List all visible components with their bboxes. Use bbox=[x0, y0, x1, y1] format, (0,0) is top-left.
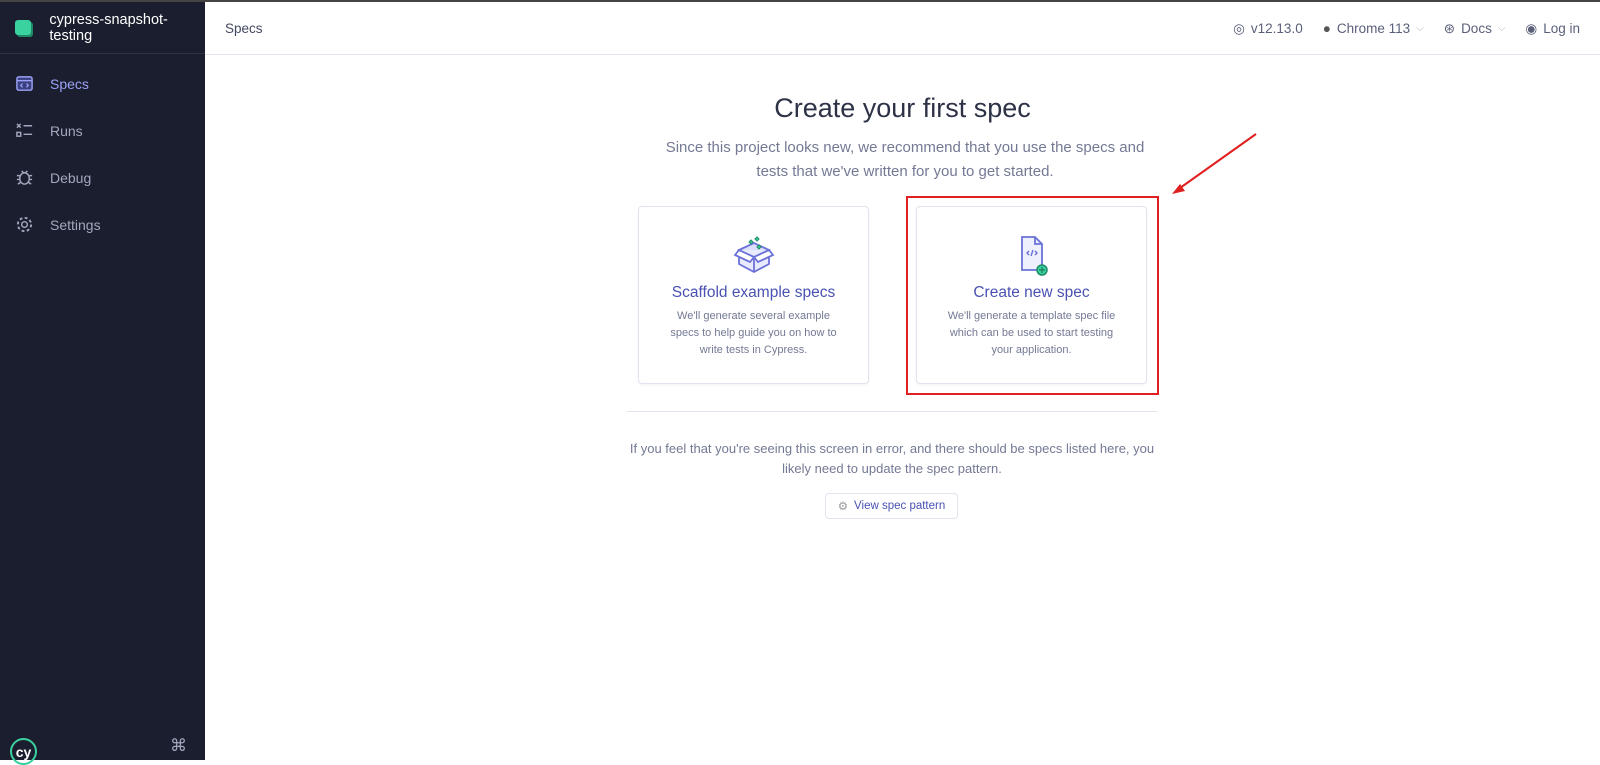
sidebar-item-specs[interactable]: Specs bbox=[0, 60, 205, 107]
chevron-down-icon: ⌵ bbox=[1416, 23, 1424, 34]
page-subtitle: Since this project looks new, we recomme… bbox=[665, 139, 1145, 180]
runs-icon bbox=[16, 123, 33, 137]
chrome-icon: ● bbox=[1322, 21, 1331, 36]
user-icon: ◉ bbox=[1525, 20, 1538, 36]
sidebar-item-runs[interactable]: Runs bbox=[0, 107, 205, 154]
view-spec-pattern-button[interactable]: ⚙ View spec pattern bbox=[825, 493, 958, 519]
cypress-version-icon: ◎ bbox=[1233, 20, 1245, 36]
sidebar-item-debug[interactable]: Debug bbox=[0, 154, 205, 201]
browser-selector[interactable]: ● Chrome 113 ⌵ bbox=[1323, 21, 1424, 36]
specs-icon bbox=[16, 76, 33, 91]
version-link[interactable]: ◎ v12.13.0 bbox=[1233, 21, 1303, 37]
project-header: cypress-snapshot-testing bbox=[0, 2, 205, 54]
sidebar: cypress-snapshot-testing Specs Runs Debu… bbox=[0, 2, 205, 765]
main-content: Create your first spec Since this projec… bbox=[205, 55, 1600, 760]
card-title: Scaffold example specs bbox=[671, 284, 836, 301]
project-icon bbox=[15, 20, 32, 35]
breadcrumb: Specs bbox=[225, 20, 263, 36]
gear-icon bbox=[16, 216, 33, 233]
keyboard-shortcuts-icon[interactable]: ⌘ bbox=[170, 736, 187, 756]
project-name: cypress-snapshot-testing bbox=[49, 11, 168, 44]
box-icon bbox=[733, 236, 774, 274]
scaffold-specs-card[interactable]: Scaffold example specs We'll generate se… bbox=[638, 206, 869, 384]
login-button[interactable]: ◉ Log in bbox=[1525, 21, 1580, 37]
highlight-annotation-box bbox=[906, 196, 1159, 395]
docs-menu[interactable]: ⊛ Docs ⌵ bbox=[1444, 21, 1506, 37]
top-header: Specs ◎ v12.13.0 ● Chrome 113 ⌵ ⊛ Docs ⌵ ◉ Log… bbox=[205, 2, 1600, 55]
lifebuoy-icon: ⊛ bbox=[1443, 20, 1456, 36]
card-description: We'll generate several example specs to … bbox=[670, 310, 837, 356]
sidebar-item-label: Specs bbox=[50, 75, 89, 92]
error-hint: If you feel that you're seeing this scre… bbox=[629, 441, 1155, 476]
bug-icon bbox=[16, 170, 33, 185]
sidebar-item-settings[interactable]: Settings bbox=[0, 201, 205, 248]
sidebar-item-label: Settings bbox=[50, 216, 101, 233]
sidebar-item-label: Debug bbox=[50, 169, 92, 186]
chevron-down-icon: ⌵ bbox=[1497, 23, 1506, 34]
sidebar-item-label: Runs bbox=[50, 122, 83, 139]
page-title: Create your first spec bbox=[774, 93, 1031, 123]
cypress-logo[interactable]: cy bbox=[10, 738, 37, 765]
divider bbox=[627, 411, 1157, 412]
gear-icon: ⚙ bbox=[837, 501, 849, 513]
